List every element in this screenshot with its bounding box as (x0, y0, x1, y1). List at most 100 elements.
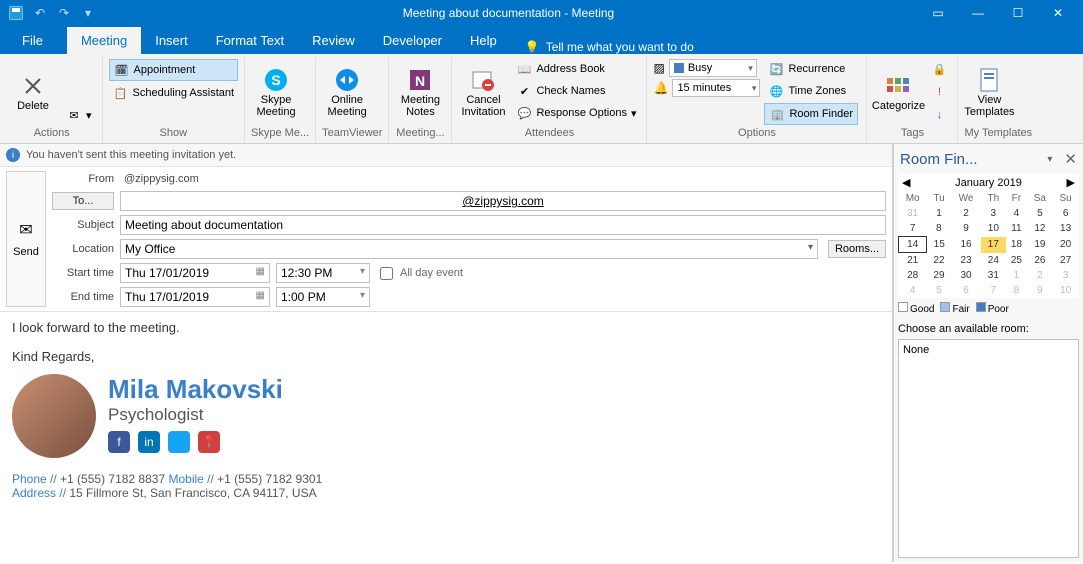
online-meeting-button[interactable]: Online Meeting (322, 59, 372, 125)
from-label: From (52, 173, 114, 185)
address-label: Address // (12, 486, 66, 500)
response-options-button[interactable]: 💬Response Options ▾ (512, 103, 640, 123)
signature-name: Mila Makovski (108, 374, 283, 405)
low-importance-icon: ↓ (931, 107, 947, 123)
message-body[interactable]: I look forward to the meeting. Kind Rega… (0, 311, 892, 562)
menu-format-text[interactable]: Format Text (202, 27, 298, 54)
skype-meeting-button[interactable]: SSkype Meeting (251, 59, 301, 125)
globe-icon: 🌐 (768, 83, 784, 99)
save-icon[interactable] (6, 3, 26, 23)
menu-insert[interactable]: Insert (141, 27, 202, 54)
recurrence-icon: 🔄 (768, 61, 784, 77)
low-importance-button[interactable]: ↓ (927, 105, 951, 125)
start-date-field[interactable]: Thu 17/01/2019 (120, 263, 270, 283)
menu-file[interactable]: File (8, 27, 57, 54)
cancel-invitation-button[interactable]: Cancel Invitation (458, 59, 508, 125)
menu-review[interactable]: Review (298, 27, 369, 54)
room-icon: 🏢 (769, 106, 785, 122)
prev-month-button[interactable]: ◀ (902, 176, 910, 189)
signature-title: Psychologist (108, 405, 283, 425)
message-header: ✉ Send From @zippysig.com To... @zippysi… (0, 167, 892, 311)
to-field[interactable]: @zippysig.com (120, 191, 886, 211)
scheduling-assistant-button[interactable]: 📋Scheduling Assistant (109, 83, 239, 103)
view-templates-button[interactable]: View Templates (964, 59, 1014, 125)
private-button[interactable]: 🔒 (927, 59, 951, 79)
show-as-icon: ▨ (653, 61, 664, 75)
response-icon: 💬 (516, 105, 532, 121)
group-show: 🗓Appointment 📋Scheduling Assistant Show (103, 57, 246, 143)
appointment-button[interactable]: 🗓Appointment (109, 59, 239, 81)
end-time-field[interactable]: 1:00 PM (276, 287, 370, 307)
next-month-button[interactable]: ▶ (1067, 176, 1075, 189)
time-zones-button[interactable]: 🌐Time Zones (764, 81, 858, 101)
subject-field[interactable]: Meeting about documentation (120, 215, 886, 235)
reminder-dropdown[interactable]: 15 minutes (672, 79, 760, 97)
scheduling-icon: 📋 (113, 85, 129, 101)
menu-developer[interactable]: Developer (369, 27, 456, 54)
tell-me-search[interactable]: 💡 Tell me what you want to do (511, 40, 708, 54)
group-actions: Delete ✉▾ Actions (2, 57, 103, 143)
svg-text:N: N (415, 73, 425, 89)
maximize-button[interactable]: ☐ (999, 3, 1037, 23)
address-book-button[interactable]: 📖Address Book (512, 59, 640, 79)
group-teamviewer: Online Meeting TeamViewer (316, 57, 389, 143)
send-button[interactable]: ✉ Send (6, 171, 46, 307)
bulb-icon: 💡 (525, 40, 540, 54)
close-button[interactable]: ✕ (1039, 3, 1077, 23)
address-value: 15 Fillmore St, San Francisco, CA 94117,… (66, 486, 317, 500)
from-value: @zippysig.com (120, 171, 886, 187)
meeting-notes-button[interactable]: NMeeting Notes (395, 59, 445, 125)
pane-options-icon[interactable]: ▾ (1047, 154, 1052, 165)
x-icon (19, 72, 47, 100)
window-controls: ▭ — ☐ ✕ (919, 3, 1077, 23)
location-field[interactable]: My Office▾ (120, 239, 818, 259)
onenote-icon: N (406, 66, 434, 94)
pane-close-icon[interactable]: ✕ (1064, 150, 1077, 168)
signature: Mila Makovski Psychologist f in 🌐 📍 (12, 374, 880, 458)
teamviewer-icon (333, 66, 361, 94)
high-importance-icon: ! (931, 84, 947, 100)
redo-icon[interactable]: ↷ (54, 3, 74, 23)
map-pin-icon[interactable]: 📍 (198, 431, 220, 453)
svg-text:S: S (271, 72, 280, 88)
chevron-down-icon[interactable]: ▾ (78, 3, 98, 23)
categorize-button[interactable]: Categorize (873, 59, 923, 125)
linkedin-icon[interactable]: in (138, 431, 160, 453)
mobile-label: Mobile // (168, 472, 213, 486)
all-day-checkbox[interactable]: All day event (376, 264, 463, 283)
ribbon-options-icon[interactable]: ▭ (919, 3, 957, 23)
send-label: Send (13, 246, 39, 258)
phone-label: Phone // (12, 472, 57, 486)
choose-room-label: Choose an available room: (898, 323, 1079, 335)
end-date-field[interactable]: Thu 17/01/2019 (120, 287, 270, 307)
start-time-label: Start time (52, 267, 114, 279)
avatar (12, 374, 96, 458)
send-icon: ✉ (19, 220, 32, 240)
room-list[interactable]: None (898, 339, 1079, 558)
calendar-icon: 🗓 (114, 62, 130, 78)
room-finder-pane: Room Fin... ▾ ✕ ◀ January 2019 ▶ MoTuWeT… (893, 144, 1083, 562)
forward-dropdown[interactable]: ✉▾ (62, 105, 96, 125)
check-names-button[interactable]: ✔Check Names (512, 81, 640, 101)
facebook-icon[interactable]: f (108, 431, 130, 453)
body-line1: I look forward to the meeting. (12, 320, 880, 335)
rooms-button[interactable]: Rooms... (828, 240, 886, 258)
menu-help[interactable]: Help (456, 27, 511, 54)
room-finder-button[interactable]: 🏢Room Finder (764, 103, 858, 125)
high-importance-button[interactable]: ! (927, 82, 951, 102)
forward-icon: ✉ (66, 107, 82, 123)
undo-icon[interactable]: ↶ (30, 3, 50, 23)
minimize-button[interactable]: — (959, 3, 997, 23)
website-icon[interactable]: 🌐 (168, 431, 190, 453)
start-time-field[interactable]: 12:30 PM (276, 263, 370, 283)
delete-button[interactable]: Delete (8, 59, 58, 125)
show-as-dropdown[interactable]: Busy (669, 59, 757, 77)
menu-meeting[interactable]: Meeting (67, 27, 141, 54)
recurrence-button[interactable]: 🔄Recurrence (764, 59, 858, 79)
calendar-table[interactable]: MoTuWeThFrSaSu 3112345678910111213141516… (898, 191, 1079, 298)
to-button[interactable]: To... (52, 192, 114, 210)
ribbon: Delete ✉▾ Actions 🗓Appointment 📋Scheduli… (0, 54, 1083, 144)
group-skype: SSkype Meeting Skype Me... (245, 57, 316, 143)
content-area: i You haven't sent this meeting invitati… (0, 144, 1083, 562)
skype-icon: S (262, 66, 290, 94)
